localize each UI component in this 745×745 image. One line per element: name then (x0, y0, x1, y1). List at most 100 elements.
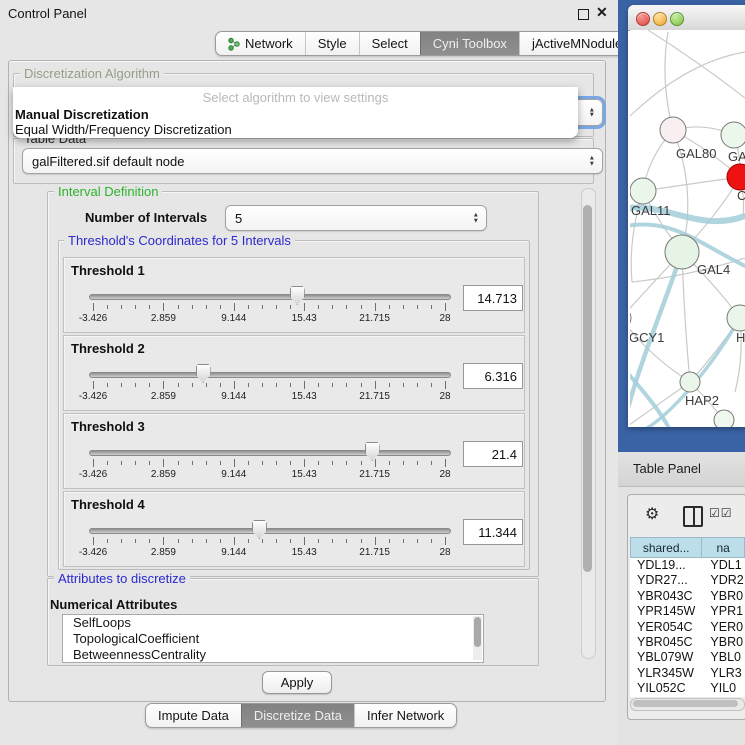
table-row[interactable]: YER054CYER0 (630, 620, 745, 635)
slider-tick (93, 381, 94, 389)
slider-tick (417, 383, 418, 387)
slider-thumb[interactable] (252, 520, 267, 539)
network-edge[interactable] (643, 177, 740, 191)
columns-icon[interactable] (683, 506, 703, 527)
network-node-gal80[interactable] (660, 117, 686, 143)
table-row[interactable]: YPR145WYPR1 (630, 604, 745, 619)
cell-shared-name: YBR045C (630, 635, 704, 650)
network-node-ga[interactable] (721, 122, 745, 148)
cell-shared-name: YDL19... (630, 558, 704, 573)
threshold-value-field[interactable]: 6.316 (463, 363, 523, 389)
slider-tick (121, 383, 122, 387)
panel-scrollbar[interactable] (581, 188, 596, 659)
slider-tick (163, 537, 164, 545)
panel-scrollbar-thumb[interactable] (583, 205, 592, 572)
slider-thumb[interactable] (290, 286, 305, 305)
num-intervals-combobox[interactable]: 5 ▲▼ (225, 205, 487, 231)
network-node-gal11[interactable] (630, 178, 656, 204)
tab-impute-data[interactable]: Impute Data (146, 704, 241, 727)
node-table[interactable]: shared... na YDL19...YDL1YDR27...YDR2YBR… (630, 537, 745, 697)
network-canvas[interactable]: GAL80GACGAL11GAL4GCY1HHAP2 (630, 30, 745, 427)
network-node-h[interactable] (727, 305, 745, 331)
attribute-item-topologicalcoefficient[interactable]: TopologicalCoefficient (63, 631, 483, 647)
algorithm-option-manual-discretization[interactable]: Manual Discretization (13, 107, 578, 122)
slider-track[interactable] (89, 372, 451, 378)
tab-cyni-toolbox[interactable]: Cyni Toolbox (420, 32, 519, 55)
slider-tick (276, 383, 277, 387)
attribute-item-selfloops[interactable]: SelfLoops (63, 615, 483, 631)
panel-tab-bar: NetworkStyleSelectCyni ToolboxjActiveMNo… (215, 31, 642, 56)
slider-tick (276, 461, 277, 465)
slider-tick-label: 2.859 (151, 313, 176, 324)
slider-tick-label: -3.426 (79, 469, 107, 480)
table-row[interactable]: YLR345WYLR3 (630, 666, 745, 681)
minimize-window-button[interactable] (653, 12, 667, 26)
table-row[interactable]: YBR045CYBR0 (630, 635, 745, 650)
slider-tick-label: 9.144 (221, 469, 246, 480)
attributes-group-label: Attributes to discretize (54, 572, 190, 585)
attribute-item-betweennesscentrality[interactable]: BetweennessCentrality (63, 647, 483, 663)
tab-select[interactable]: Select (359, 32, 420, 55)
float-window-icon[interactable] (578, 9, 589, 20)
network-window-titlebar[interactable] (628, 5, 745, 31)
threshold-title: Threshold 2 (71, 341, 145, 356)
checkbox-icons[interactable]: ☑☑ (709, 506, 733, 520)
threshold-value-field[interactable]: 21.4 (463, 441, 523, 467)
table-row[interactable]: YIL052CYIL0 (630, 681, 745, 696)
tab-infer-network[interactable]: Infer Network (354, 704, 456, 727)
network-node-gcy1[interactable] (630, 307, 631, 329)
column-header-shared-name[interactable]: shared... (630, 537, 702, 558)
attributes-list[interactable]: SelfLoopsTopologicalCoefficientBetweenne… (62, 614, 484, 663)
slider-tick-label: 15.43 (292, 469, 317, 480)
slider-tick (445, 537, 446, 545)
tab-style[interactable]: Style (305, 32, 359, 55)
cell-shared-name: YBL079W (630, 650, 704, 665)
slider-tick (220, 305, 221, 309)
slider-track[interactable] (89, 528, 451, 534)
tab-network[interactable]: Network (216, 32, 305, 55)
slider-tick (234, 303, 235, 311)
slider-tick-label: 9.144 (221, 313, 246, 324)
gear-icon[interactable]: ⚙ (645, 504, 659, 524)
zoom-window-button[interactable] (670, 12, 684, 26)
table-hscrollbar-thumb[interactable] (633, 700, 738, 707)
algorithm-option-equal-width-frequency-discretization[interactable]: Equal Width/Frequency Discretization (13, 122, 578, 137)
slider-thumb[interactable] (196, 364, 211, 383)
threshold-value-field[interactable]: 14.713 (463, 285, 523, 311)
apply-button[interactable]: Apply (262, 671, 332, 694)
tab-label: Network (245, 36, 293, 51)
table-data-combobox[interactable]: galFiltered.sif default node ▲▼ (22, 148, 603, 174)
cell-name: YBR0 (704, 635, 745, 650)
slider-track[interactable] (89, 294, 451, 300)
slider-tick (318, 539, 319, 543)
close-window-button[interactable] (636, 12, 650, 26)
network-edge[interactable] (648, 30, 745, 98)
table-row[interactable]: YDL19...YDL1 (630, 558, 745, 573)
close-icon[interactable]: ✕ (596, 4, 608, 21)
slider-tick (445, 459, 446, 467)
slider-tick (206, 383, 207, 387)
slider-tick (93, 303, 94, 311)
slider-tick (149, 539, 150, 543)
table-row[interactable]: YDR27...YDR2 (630, 573, 745, 588)
column-header-name[interactable]: na (702, 537, 745, 558)
slider-tick (163, 303, 164, 311)
tab-discretize-data[interactable]: Discretize Data (241, 704, 354, 727)
slider-tick (135, 461, 136, 465)
table-row[interactable]: YBR043CYBR0 (630, 589, 745, 604)
network-node-hap2[interactable] (680, 372, 700, 392)
slider-tick (248, 305, 249, 309)
table-row[interactable]: YBL079WYBL0 (630, 650, 745, 665)
network-node[interactable] (714, 410, 734, 427)
network-edge[interactable] (682, 252, 690, 382)
cell-name: YLR3 (704, 666, 745, 681)
slider-tick-label: 21.715 (359, 547, 390, 558)
list-scrollbar[interactable] (473, 616, 482, 660)
network-node-gal4[interactable] (665, 235, 699, 269)
table-hscrollbar[interactable] (630, 698, 745, 711)
slider-track[interactable] (89, 450, 451, 456)
threshold-value-field[interactable]: 11.344 (463, 519, 523, 545)
network-edge[interactable] (665, 32, 673, 130)
slider-thumb[interactable] (365, 442, 380, 461)
cell-name: YIL0 (704, 681, 745, 696)
